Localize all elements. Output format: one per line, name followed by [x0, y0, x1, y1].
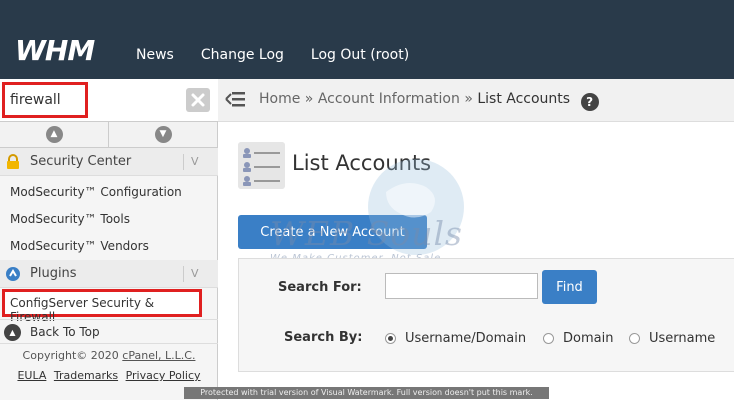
sidebar: ▲ ▼ Security Center V ModSecurity™ Confi…	[0, 79, 218, 400]
footer-links: EULA Trademarks Privacy Policy	[0, 369, 218, 382]
sidebar-item-modsecurity-configuration[interactable]: ModSecurity™ Configuration	[10, 185, 182, 199]
find-button[interactable]: Find	[542, 270, 597, 304]
top-nav: News Change Log Log Out (root)	[136, 47, 409, 63]
search-panel: Search For: Find Search By: Username/Dom…	[238, 258, 734, 372]
sidebar-item-modsecurity-vendors[interactable]: ModSecurity™ Vendors	[10, 239, 149, 253]
radio-dot	[629, 333, 640, 344]
radio-dot	[385, 333, 396, 344]
create-account-button[interactable]: Create a New Account	[238, 215, 427, 249]
back-to-top-label: Back To Top	[30, 324, 100, 339]
sidebar-item-configserver-firewall[interactable]: ConfigServer Security & Firewall	[2, 289, 202, 324]
sidebar-item-modsecurity-tools[interactable]: ModSecurity™ Tools	[10, 212, 130, 226]
radio-username[interactable]: Username	[629, 331, 715, 346]
chevron-down-icon: ▼	[154, 126, 172, 143]
category-security-center[interactable]: Security Center V	[0, 148, 218, 176]
clear-search-button[interactable]	[186, 88, 210, 112]
breadcrumb: Home » Account Information » List Accoun…	[259, 91, 599, 111]
search-by-label: Search By:	[284, 330, 363, 345]
sidebar-search	[0, 79, 218, 122]
trial-watermark-banner: Protected with trial version of Visual W…	[184, 387, 549, 399]
sidebar-search-input[interactable]	[4, 85, 214, 115]
category-label: Security Center	[30, 154, 132, 169]
list-accounts-icon	[238, 142, 285, 189]
category-plugins[interactable]: Plugins V	[0, 260, 218, 288]
top-bar: WHM News Change Log Log Out (root)	[0, 0, 734, 79]
nav-news[interactable]: News	[136, 47, 174, 63]
nav-logout[interactable]: Log Out (root)	[311, 47, 409, 63]
radio-dot	[543, 333, 554, 344]
whm-logo[interactable]: WHM	[15, 36, 95, 66]
arrow-up-icon: ▲	[4, 324, 21, 341]
eula-link[interactable]: EULA	[17, 369, 46, 382]
collapse-all-button[interactable]: ▲	[0, 122, 109, 147]
chevron-up-icon: ▲	[45, 126, 63, 143]
copyright: Copyright© 2020 cPanel, L.L.C.	[22, 349, 196, 362]
nav-change-log[interactable]: Change Log	[201, 47, 284, 63]
x-icon	[191, 93, 205, 107]
chevron-down-icon: V	[183, 266, 199, 282]
breadcrumb-current: List Accounts	[477, 91, 571, 107]
breadcrumb-home[interactable]: Home	[259, 91, 300, 107]
page-title: List Accounts	[292, 151, 432, 175]
category-label: Plugins	[30, 266, 77, 281]
back-to-top-button[interactable]: ▲ Back To Top	[0, 319, 218, 344]
plugin-icon	[6, 267, 20, 281]
menu-toggle-icon[interactable]	[224, 90, 246, 108]
radio-domain[interactable]: Domain	[543, 331, 613, 346]
breadcrumb-bar: Home » Account Information » List Accoun…	[218, 79, 734, 122]
breadcrumb-account-information[interactable]: Account Information	[318, 91, 460, 107]
search-for-label: Search For:	[278, 280, 362, 295]
search-for-input[interactable]	[385, 273, 538, 299]
lock-icon	[7, 154, 19, 169]
expand-all-button[interactable]: ▼	[109, 122, 218, 147]
chevron-down-icon: V	[183, 154, 199, 170]
privacy-policy-link[interactable]: Privacy Policy	[126, 369, 201, 382]
main-content: List Accounts Create a New Account WEB S…	[218, 122, 734, 400]
cpanel-link[interactable]: cPanel, L.L.C.	[122, 349, 195, 362]
help-icon[interactable]: ?	[580, 93, 599, 111]
trademarks-link[interactable]: Trademarks	[54, 369, 118, 382]
collapse-expand-bar: ▲ ▼	[0, 122, 218, 148]
radio-username-domain[interactable]: Username/Domain	[385, 331, 526, 346]
